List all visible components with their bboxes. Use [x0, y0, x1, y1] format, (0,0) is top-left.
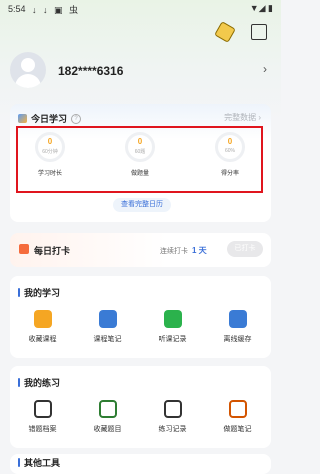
- status-bar: 5:54 ↓ ↓ ▣ 虫 ▼◢ ▮: [0, 0, 281, 18]
- stat-question-count[interactable]: 0 60题 做题量: [110, 132, 170, 177]
- wrong-archive-icon: [33, 400, 52, 418]
- question-notes-item[interactable]: 做题笔记: [205, 400, 270, 434]
- daily-checkin-card: 每日打卡 连续打卡 1 天 已打卡: [10, 233, 271, 267]
- today-study-title: 今日学习 ?: [18, 112, 82, 125]
- help-icon[interactable]: ?: [71, 113, 82, 124]
- stat-score-rate[interactable]: 0 60% 得分率: [200, 132, 260, 177]
- stat-study-time[interactable]: 0 60分钟 学习时长: [20, 132, 80, 177]
- status-notification-icons: ↓ ↓ ▣ 虫: [32, 5, 81, 15]
- badge-icon[interactable]: [214, 21, 236, 43]
- course-notes-item[interactable]: 课程笔记: [75, 310, 140, 344]
- section-title: 我的学习: [18, 286, 60, 299]
- stat-label: 做题量: [130, 171, 149, 177]
- profile-row[interactable]: 182****6316 ›: [10, 52, 271, 92]
- course-icon: [33, 310, 52, 328]
- checkin-streak: 连续打卡 1 天: [160, 245, 207, 256]
- record-icon: [163, 310, 182, 328]
- my-practice-section: 我的练习 错题档案 收藏题目 练习记录 做题笔记: [10, 366, 271, 448]
- progress-ring: 0 60题: [125, 132, 155, 162]
- section-bar: [18, 378, 20, 387]
- progress-ring: 0 60%: [215, 132, 245, 162]
- fav-questions-item[interactable]: 收藏题目: [75, 400, 140, 434]
- section-title: 其他工具: [18, 456, 60, 469]
- avatar[interactable]: [10, 52, 46, 88]
- fav-question-icon: [98, 400, 117, 418]
- item-label: 听课记录: [158, 336, 187, 343]
- stat-label: 学习时长: [37, 171, 62, 177]
- checked-in-button[interactable]: 已打卡: [227, 241, 263, 257]
- stat-goal: 60%: [224, 148, 235, 154]
- header-icons: [214, 21, 267, 43]
- my-study-grid: 收藏课程 课程笔记 听课记录 离线缓存: [10, 310, 271, 344]
- stat-value: 0: [137, 137, 143, 146]
- streak-label: 连续打卡: [160, 248, 188, 255]
- other-tools-title: 其他工具: [24, 458, 61, 468]
- item-label: 做题笔记: [223, 426, 252, 433]
- progress-ring: 0 60分钟: [35, 132, 65, 162]
- chevron-right-icon[interactable]: ›: [263, 62, 267, 76]
- my-practice-grid: 错题档案 收藏题目 练习记录 做题笔记: [10, 400, 271, 434]
- status-time: 5:54: [8, 4, 26, 14]
- item-label: 练习记录: [158, 426, 187, 433]
- section-bar: [18, 288, 20, 297]
- item-label: 错题档案: [28, 426, 57, 433]
- stat-goal: 60题: [134, 149, 146, 155]
- practice-record-item[interactable]: 练习记录: [140, 400, 205, 434]
- user-phone: 182****6316: [58, 64, 124, 78]
- checkin-title: 每日打卡: [34, 246, 71, 256]
- question-note-icon: [228, 400, 247, 418]
- stat-label: 得分率: [220, 171, 239, 177]
- item-label: 课程笔记: [93, 336, 122, 343]
- calendar-icon: [19, 244, 29, 254]
- my-study-title: 我的学习: [24, 288, 61, 298]
- today-study-label: 今日学习: [31, 114, 68, 124]
- item-label: 收藏题目: [93, 426, 122, 433]
- my-practice-title: 我的练习: [24, 378, 61, 388]
- today-study-card: 今日学习 ? 完整数据 › 0 60分钟 学习时长 0 60题 做题量 0 60…: [10, 104, 271, 222]
- practice-record-icon: [163, 400, 182, 418]
- message-icon[interactable]: [251, 24, 267, 40]
- stat-value: 0: [227, 137, 233, 146]
- section-title: 我的练习: [18, 376, 60, 389]
- view-calendar-button[interactable]: 查看完整日历: [113, 198, 171, 212]
- stat-value: 0: [47, 137, 53, 146]
- stat-goal: 60分钟: [42, 149, 58, 155]
- streak-value: 1 天: [192, 246, 207, 255]
- item-label: 离线缓存: [223, 336, 252, 343]
- item-label: 收藏课程: [28, 336, 57, 343]
- full-data-link[interactable]: 完整数据 ›: [224, 112, 261, 123]
- status-signal-battery: ▼◢ ▮: [249, 3, 273, 13]
- cache-icon: [228, 310, 247, 328]
- wrong-archive-item[interactable]: 错题档案: [10, 400, 75, 434]
- other-tools-section: 其他工具: [10, 454, 271, 474]
- notebook-icon: [98, 310, 117, 328]
- section-bar: [18, 458, 20, 467]
- listening-record-item[interactable]: 听课记录: [140, 310, 205, 344]
- offline-cache-item[interactable]: 离线缓存: [205, 310, 270, 344]
- my-study-section: 我的学习 收藏课程 课程笔记 听课记录 离线缓存: [10, 276, 271, 358]
- cube-icon: [18, 114, 27, 123]
- favorite-courses-item[interactable]: 收藏课程: [10, 310, 75, 344]
